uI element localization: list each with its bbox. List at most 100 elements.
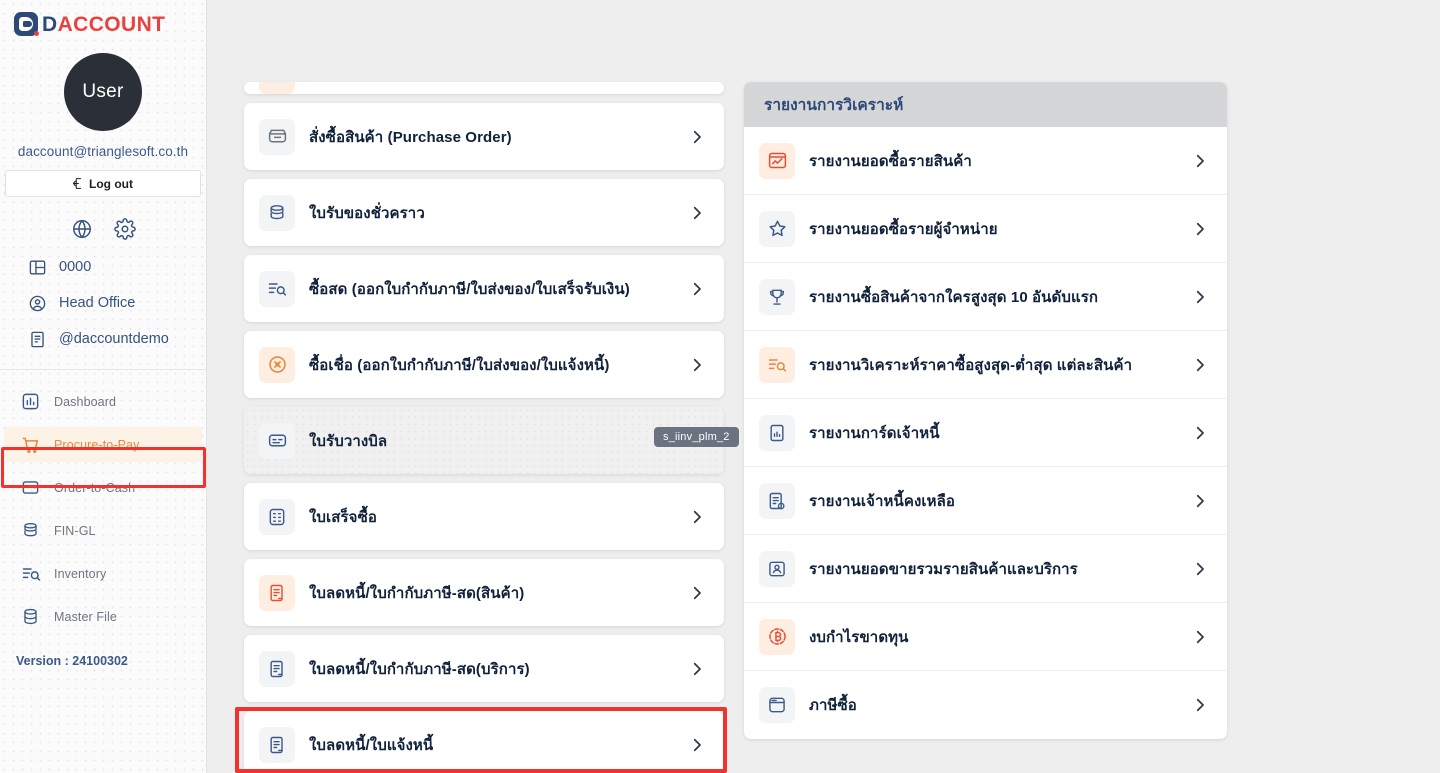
chevron-right-icon[interactable]: [688, 660, 706, 678]
report-row-top10-suppliers[interactable]: รายงานซื้อสินค้าจากใครสูงสุด 10 อันดับแร…: [744, 263, 1227, 331]
sidebar-divider: [0, 369, 206, 370]
sidebar-nav: Dashboard Procure-to-Pay Order-to-Cash F…: [0, 380, 206, 638]
chevron-right-icon[interactable]: [688, 508, 706, 526]
chevron-right-icon[interactable]: [688, 584, 706, 602]
chevron-right-icon[interactable]: [1191, 628, 1209, 646]
chevron-right-icon[interactable]: [688, 280, 706, 298]
star-icon: [759, 210, 795, 247]
chevron-right-icon[interactable]: [1191, 220, 1209, 238]
chevron-right-icon[interactable]: [1191, 288, 1209, 306]
list-item[interactable]: ซื้อเชื่อ (ออกใบกำกับภาษี/ใบส่งของ/ใบแจ้…: [244, 331, 724, 398]
menu-row-purchase-receipt[interactable]: ใบเสร็จซื้อ: [244, 483, 724, 550]
inbox-person-icon: [759, 550, 795, 587]
chevron-right-icon[interactable]: [1191, 560, 1209, 578]
sidebar-item-master-file[interactable]: Master File: [4, 599, 202, 634]
list-item[interactable]: ใบรับของชั่วคราว: [244, 179, 724, 246]
daccount-logo-icon: [14, 12, 39, 36]
info-item-label: 0000: [59, 259, 92, 275]
menu-row-label: ซื้อสด (ออกใบกำกับภาษี/ใบส่งของ/ใบเสร็จร…: [309, 280, 630, 298]
report-row-payable-card[interactable]: รายงานการ์ดเจ้าหนี้: [744, 399, 1227, 467]
sidebar-item-fin-gl[interactable]: FIN-GL: [4, 513, 202, 548]
list-item[interactable]: ซื้อสด (ออกใบกำกับภาษี/ใบส่งของ/ใบเสร็จร…: [244, 255, 724, 322]
brand-title: DACCOUNT: [42, 14, 165, 35]
report-row-label: รายงานวิเคราะห์ราคาซื้อสูงสุด-ต่ำสุด แต่…: [809, 356, 1133, 374]
quick-icon-row: [0, 218, 206, 240]
report-row-payable-balance[interactable]: รายงานเจ้าหนี้คงเหลือ: [744, 467, 1227, 535]
cart-icon: [20, 434, 41, 455]
tooltip: s_iinv_plm_2: [654, 427, 739, 447]
report-row-label: รายงานยอดขายรวมรายสินค้าและบริการ: [809, 560, 1078, 578]
menu-row-label: ใบรับวางบิล: [309, 432, 388, 450]
database-icon: [20, 606, 41, 627]
coins-icon: [20, 520, 41, 541]
list-item[interactable]: ใบเสร็จซื้อ: [244, 483, 724, 550]
wallet-icon: [20, 477, 41, 498]
sidebar-item-order-to-cash[interactable]: Order-to-Cash: [4, 470, 202, 505]
list-item[interactable]: ใบลดหนี้/ใบกำกับภาษี-สด(บริการ): [244, 635, 724, 702]
analysis-report-panel: รายงานการวิเคราะห์ รายงานยอดซื้อรายสินค้…: [744, 82, 1227, 739]
report-row-total-sales[interactable]: รายงานยอดขายรวมรายสินค้าและบริการ: [744, 535, 1227, 603]
logout-button[interactable]: Log out: [5, 170, 201, 197]
info-item-label: @daccountdemo: [59, 331, 169, 347]
menu-row-label: ใบลดหนี้/ใบกำกับภาษี-สด(บริการ): [309, 660, 530, 678]
chevron-right-icon[interactable]: [688, 736, 706, 754]
menu-row-billing-receipt[interactable]: ใบรับวางบิล: [244, 407, 724, 474]
chevron-right-icon[interactable]: [688, 204, 706, 222]
menu-row-temp-receipt[interactable]: ใบรับของชั่วคราว: [244, 179, 724, 246]
report-row-purchase-tax[interactable]: ภาษีซื้อ: [744, 671, 1227, 739]
info-item-account[interactable]: @daccountdemo: [27, 329, 206, 349]
menu-row-label: ใบเสร็จซื้อ: [309, 508, 377, 526]
report-row-price-analysis[interactable]: รายงานวิเคราะห์ราคาซื้อสูงสุด-ต่ำสุด แต่…: [744, 331, 1227, 399]
sidebar-item-label: Master File: [54, 609, 117, 624]
report-row-label: รายงานการ์ดเจ้าหนี้: [809, 424, 940, 442]
menu-row-purchase-order[interactable]: สั่งซื้อสินค้า (Purchase Order): [244, 103, 724, 170]
menu-row-credit-note-goods[interactable]: ใบลดหนี้/ใบกำกับภาษี-สด(สินค้า): [244, 559, 724, 626]
chevron-right-icon[interactable]: [688, 356, 706, 374]
sidebar-item-label: Order-to-Cash: [54, 480, 136, 495]
list-item-partial-top[interactable]: [244, 82, 724, 94]
report-row-label: รายงานซื้อสินค้าจากใครสูงสุด 10 อันดับแร…: [809, 288, 1099, 306]
chevron-right-icon[interactable]: [1191, 492, 1209, 510]
list-item[interactable]: ใบลดหนี้/ใบแจ้งหนี้: [244, 711, 724, 773]
chevron-right-icon[interactable]: [1191, 424, 1209, 442]
chevron-right-icon[interactable]: [688, 128, 706, 146]
info-item-company[interactable]: 0000: [27, 257, 206, 277]
list-search-icon: [259, 270, 295, 307]
document-menu-column: สั่งซื้อสินค้า (Purchase Order) ใบรับของ…: [244, 82, 724, 773]
menu-row-cash-purchase[interactable]: ซื้อสด (ออกใบกำกับภาษี/ใบส่งของ/ใบเสร็จร…: [244, 255, 724, 322]
brand-title-d: D: [42, 12, 58, 36]
chevron-right-icon[interactable]: [1191, 356, 1209, 374]
menu-row-credit-note-invoice[interactable]: ใบลดหนี้/ใบแจ้งหนี้: [244, 711, 724, 773]
baht-circle-icon: [759, 618, 795, 655]
doc-cloud-icon: [759, 482, 795, 519]
brand-logo[interactable]: DACCOUNT: [0, 0, 206, 36]
report-row-label: ภาษีซื้อ: [809, 697, 857, 714]
report-row-profit-loss[interactable]: งบกำไรขาดทุน: [744, 603, 1227, 671]
sidebar: DACCOUNT User daccount@trianglesoft.co.t…: [0, 0, 207, 773]
panel-title: รายงานการวิเคราะห์: [744, 82, 1227, 127]
sidebar-item-inventory[interactable]: Inventory: [4, 556, 202, 591]
document-icon: [27, 329, 47, 349]
list-item[interactable]: ใบลดหนี้/ใบกำกับภาษี-สด(สินค้า): [244, 559, 724, 626]
menu-row-credit-note-services[interactable]: ใบลดหนี้/ใบกำกับภาษี-สด(บริการ): [244, 635, 724, 702]
layout-icon: [27, 257, 47, 277]
list-item[interactable]: สั่งซื้อสินค้า (Purchase Order): [244, 103, 724, 170]
version-label: Version : 24100302: [16, 654, 128, 668]
info-item-branch[interactable]: Head Office: [27, 293, 206, 313]
report-row-purchase-by-product[interactable]: รายงานยอดซื้อรายสินค้า: [744, 127, 1227, 195]
sidebar-item-label: Procure-to-Pay: [54, 437, 140, 452]
sidebar-item-procure-to-pay[interactable]: Procure-to-Pay: [4, 427, 202, 462]
report-row-purchase-by-vendor[interactable]: รายงานยอดซื้อรายผู้จำหน่าย: [744, 195, 1227, 263]
globe-icon[interactable]: [71, 218, 93, 240]
menu-row-label: สั่งซื้อสินค้า (Purchase Order): [309, 128, 512, 146]
sidebar-item-dashboard[interactable]: Dashboard: [4, 384, 202, 419]
list-search-icon: [20, 563, 41, 584]
chevron-right-icon[interactable]: [1191, 152, 1209, 170]
chevron-right-icon[interactable]: [1191, 696, 1209, 714]
menu-row-credit-purchase[interactable]: ซื้อเชื่อ (ออกใบกำกับภาษี/ใบส่งของ/ใบแจ้…: [244, 331, 724, 398]
trophy-icon: [759, 278, 795, 315]
info-item-label: Head Office: [59, 295, 136, 311]
list-item[interactable]: ใบรับวางบิล: [244, 407, 724, 474]
avatar[interactable]: User: [64, 53, 142, 131]
gear-icon[interactable]: [113, 218, 136, 240]
